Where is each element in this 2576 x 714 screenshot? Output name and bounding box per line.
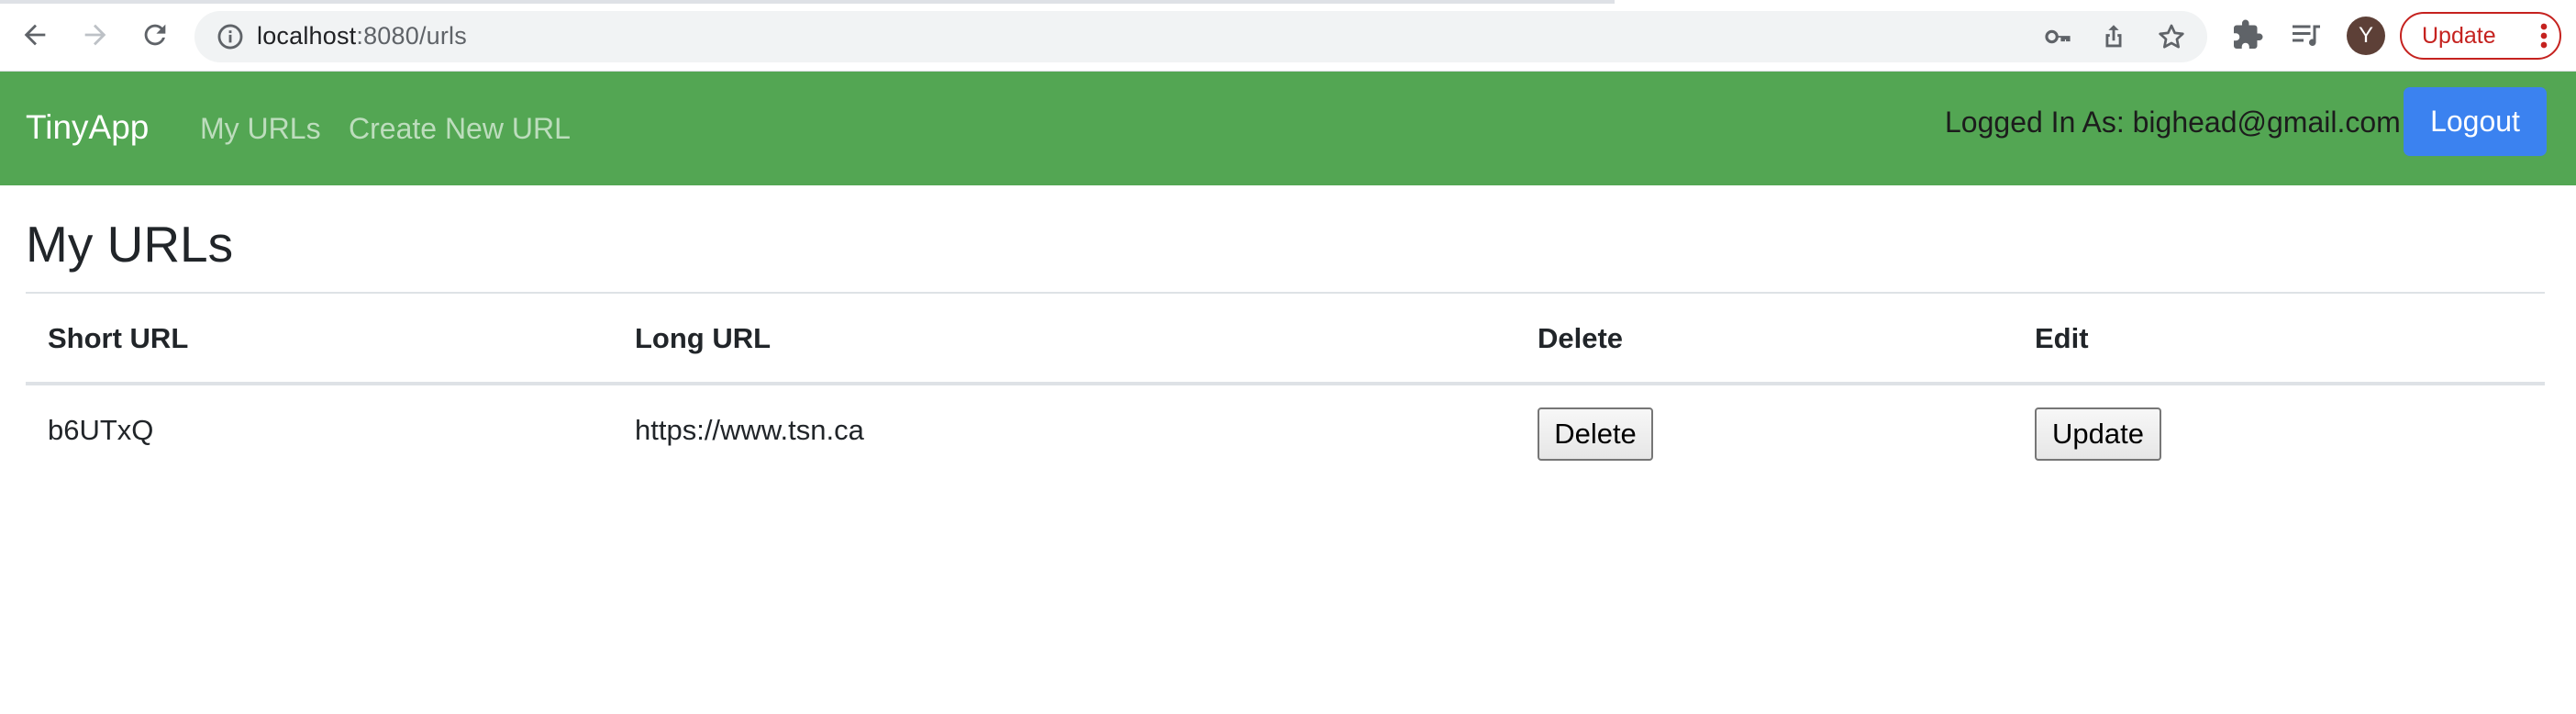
reload-icon (144, 24, 166, 46)
profile-initial: Y (2358, 23, 2373, 48)
kebab-menu-icon (2540, 23, 2548, 49)
browser-update-label: Update (2422, 22, 2496, 49)
table-header-border (26, 382, 2545, 385)
url-text[interactable]: localhost:8080/urls (257, 22, 467, 50)
share-icon[interactable] (2098, 21, 2129, 52)
tab-strip-edge (0, 0, 1615, 4)
back-arrow-icon (24, 24, 46, 46)
key-icon[interactable] (2042, 21, 2073, 52)
site-info-icon[interactable] (215, 21, 246, 52)
delete-url-button[interactable]: Delete (1538, 407, 1653, 461)
nav-link-create-new-url[interactable]: Create New URL (349, 112, 571, 146)
short-url-cell[interactable]: b6UTxQ (48, 414, 153, 447)
browser-update-button[interactable]: Update (2400, 12, 2561, 60)
logged-in-status: Logged In As: bighead@gmail.com (1945, 106, 2401, 139)
update-url-button[interactable]: Update (2035, 407, 2161, 461)
long-url-cell: https://www.tsn.ca (635, 414, 864, 446)
url-path: :8080/urls (356, 22, 467, 50)
back-button[interactable] (13, 13, 57, 57)
browser-toolbar: localhost:8080/urls Y Update (0, 0, 2576, 72)
logout-button[interactable]: Logout (2404, 87, 2547, 156)
page-title: My URLs (26, 216, 234, 273)
column-header-long-url: Long URL (635, 322, 772, 354)
forward-button[interactable] (73, 13, 117, 57)
nav-link-my-urls[interactable]: My URLs (200, 112, 321, 146)
brand-link[interactable]: TinyApp (26, 108, 149, 147)
table-top-border (26, 292, 2545, 294)
address-bar[interactable]: localhost:8080/urls (194, 11, 2207, 62)
column-header-delete: Delete (1538, 322, 1624, 354)
star-icon[interactable] (2156, 21, 2187, 52)
reload-button[interactable] (133, 13, 177, 57)
extensions-icon[interactable] (2231, 18, 2264, 51)
url-host: localhost (257, 22, 357, 50)
forward-arrow-icon (84, 24, 106, 46)
reading-list-icon[interactable] (2290, 18, 2323, 51)
column-header-short-url: Short URL (48, 322, 189, 354)
profile-avatar[interactable]: Y (2347, 17, 2385, 55)
column-header-edit: Edit (2035, 322, 2089, 354)
app-navbar: TinyApp My URLs Create New URL Logged In… (0, 72, 2576, 185)
